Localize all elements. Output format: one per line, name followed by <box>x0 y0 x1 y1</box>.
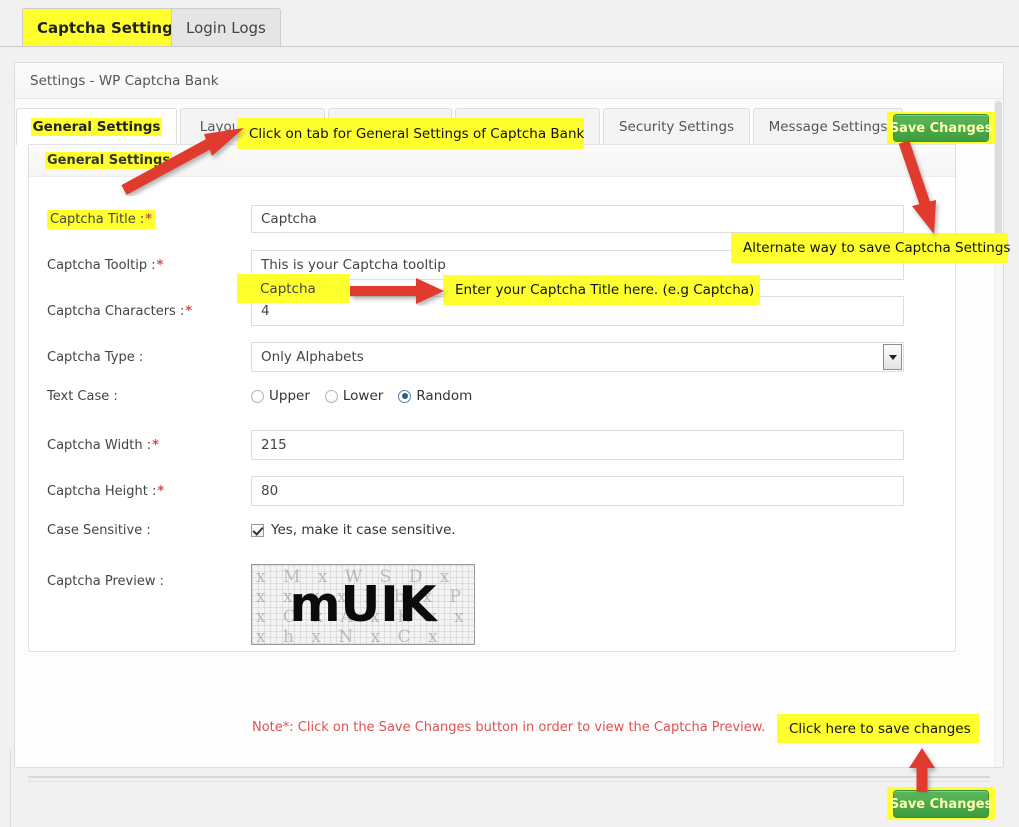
tab-security-settings-label: Security Settings <box>619 119 734 135</box>
radio-option-lower[interactable]: Lower <box>325 388 383 404</box>
callout-click-tab: Click on tab for General Settings of Cap… <box>237 118 584 149</box>
row-text-case: Text Case : Upper Lower Random <box>29 388 957 404</box>
radio-option-upper[interactable]: Upper <box>251 388 310 404</box>
label-text-case: Text Case : <box>29 389 251 404</box>
label-captcha-height: Captcha Height :* <box>29 484 251 499</box>
tab-login-logs-label: Login Logs <box>186 19 266 37</box>
callout-enter-title: Enter your Captcha Title here. (e.g Capt… <box>443 275 760 305</box>
row-captcha-title: Captcha Title :* Captcha <box>29 205 957 233</box>
input-captcha-width-value: 215 <box>261 437 287 453</box>
top-tab-bar: Captcha Settings Login Logs <box>0 0 1019 47</box>
panel-scrollbar[interactable] <box>994 99 1003 767</box>
chevron-down-icon[interactable] <box>883 344 902 370</box>
tab-message-settings[interactable]: Message Settings <box>753 108 903 145</box>
input-captcha-characters-value: 4 <box>261 303 270 319</box>
checkbox-case-sensitive[interactable]: Yes, make it case sensitive. <box>251 522 456 538</box>
callout-enter-title-text: Enter your Captcha Title here. (e.g Capt… <box>455 282 754 298</box>
captcha-title-value-overlay: Captcha <box>260 281 316 297</box>
label-captcha-width: Captcha Width :* <box>29 438 251 453</box>
label-captcha-title-text: Captcha Title : <box>50 212 144 227</box>
save-changes-button-top-label: Save Changes <box>890 121 993 136</box>
label-captcha-characters: Captcha Characters :* <box>29 304 251 319</box>
save-changes-button-bottom-label: Save Changes <box>890 797 993 812</box>
label-captcha-tooltip-text: Captcha Tooltip : <box>47 258 156 273</box>
label-captcha-preview-text: Captcha Preview : <box>47 574 164 589</box>
label-captcha-characters-text: Captcha Characters : <box>47 304 184 319</box>
input-captcha-title-value: Captcha <box>261 211 317 227</box>
page-left-edge <box>10 750 11 827</box>
tab-captcha-settings-label: Captcha Settings <box>37 19 182 37</box>
label-captcha-height-text: Captcha Height : <box>47 484 156 499</box>
required-marker-tooltip: * <box>157 258 164 273</box>
required-marker-characters: * <box>185 304 192 319</box>
save-changes-button-bottom[interactable]: Save Changes <box>893 790 989 818</box>
row-captcha-width: Captcha Width :* 215 <box>29 430 957 460</box>
select-captcha-type[interactable]: Only Alphabets <box>251 342 904 372</box>
label-captcha-type-text: Captcha Type : <box>47 350 143 365</box>
radio-option-random[interactable]: Random <box>398 388 472 404</box>
radio-lower-icon[interactable] <box>325 390 338 403</box>
callout-alternate-save: Alternate way to save Captcha Settings <box>731 233 1008 263</box>
checkbox-case-sensitive-label: Yes, make it case sensitive. <box>271 522 456 538</box>
radio-upper-icon[interactable] <box>251 390 264 403</box>
input-captcha-width[interactable]: 215 <box>251 430 904 460</box>
callout-click-save-text: Click here to save changes <box>789 721 971 737</box>
panel-title: Settings - WP Captcha Bank <box>30 73 219 89</box>
general-settings-card-title: General Settings <box>29 145 955 177</box>
label-case-sensitive-text: Case Sensitive : <box>47 523 151 538</box>
row-captcha-preview: Captcha Preview : x M x W S D x x x x x … <box>29 564 957 645</box>
card-title-text: General Settings <box>45 152 172 169</box>
label-captcha-type: Captcha Type : <box>29 350 251 365</box>
captcha-code-text: mUIK <box>252 565 474 644</box>
captcha-preview-image: x M x W S D x x x x x K b x P x C x A x … <box>251 564 475 645</box>
tab-message-settings-label: Message Settings <box>769 119 888 135</box>
save-changes-button-top[interactable]: Save Changes <box>893 114 989 142</box>
tab-security-settings[interactable]: Security Settings <box>603 108 750 145</box>
radio-random-icon[interactable] <box>398 390 411 403</box>
label-captcha-tooltip: Captcha Tooltip :* <box>29 258 251 273</box>
callout-alternate-save-text: Alternate way to save Captcha Settings <box>743 240 1010 256</box>
input-captcha-height-value: 80 <box>261 483 278 499</box>
radio-random-label: Random <box>416 388 472 404</box>
label-captcha-preview: Captcha Preview : <box>29 564 251 589</box>
checkbox-case-sensitive-icon[interactable] <box>251 524 264 537</box>
required-marker-title: * <box>145 212 152 227</box>
required-marker-height: * <box>157 484 164 499</box>
radio-upper-label: Upper <box>269 388 310 404</box>
row-captcha-height: Captcha Height :* 80 <box>29 476 957 506</box>
label-text-case-text: Text Case : <box>47 389 118 404</box>
input-captcha-title[interactable]: Captcha <box>251 205 904 233</box>
label-captcha-width-text: Captcha Width : <box>47 438 151 453</box>
radio-lower-label: Lower <box>343 388 383 404</box>
row-captcha-type: Captcha Type : Only Alphabets <box>29 342 957 372</box>
general-settings-card: General Settings Captcha Title :* Captch… <box>28 144 956 652</box>
input-captcha-height[interactable]: 80 <box>251 476 904 506</box>
callout-click-tab-text: Click on tab for General Settings of Cap… <box>249 126 584 142</box>
label-case-sensitive: Case Sensitive : <box>29 523 251 538</box>
footer-divider-bottom <box>28 781 990 782</box>
callout-click-save: Click here to save changes <box>777 714 979 743</box>
select-captcha-type-value: Only Alphabets <box>252 349 364 365</box>
tab-general-settings-label: General Settings <box>31 118 163 136</box>
tab-login-logs[interactable]: Login Logs <box>171 8 281 46</box>
row-case-sensitive: Case Sensitive : Yes, make it case sensi… <box>29 522 957 538</box>
panel-scrollbar-thumb[interactable] <box>995 101 1002 251</box>
radio-group-text-case: Upper Lower Random <box>251 388 479 404</box>
captcha-preview-note: Note*: Click on the Save Changes button … <box>252 720 765 735</box>
tab-general-settings[interactable]: General Settings <box>16 108 177 145</box>
input-captcha-tooltip-value: This is your Captcha tooltip <box>261 257 446 273</box>
required-marker-width: * <box>152 438 159 453</box>
footer-divider-top <box>28 776 990 778</box>
page-root: Captcha Settings Login Logs Settings - W… <box>0 0 1019 827</box>
panel-header: Settings - WP Captcha Bank <box>15 63 1003 99</box>
label-captcha-title: Captcha Title :* <box>29 212 251 227</box>
